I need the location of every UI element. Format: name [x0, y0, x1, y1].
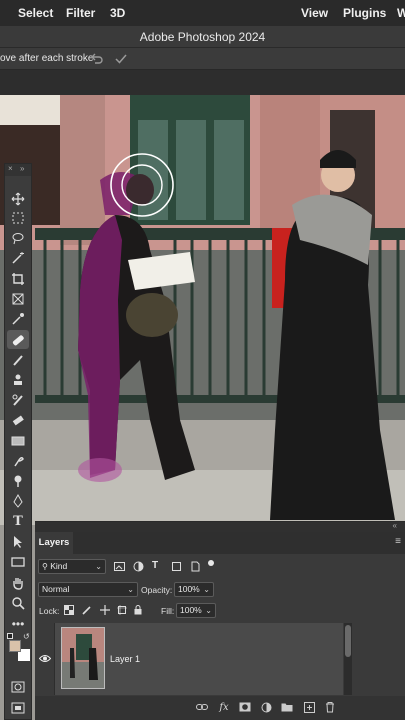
frame-tool-icon[interactable]: [7, 289, 29, 308]
healing-brush-tool-icon[interactable]: [7, 330, 29, 349]
shape-filter-icon[interactable]: [171, 561, 182, 574]
clone-stamp-tool-icon[interactable]: [7, 370, 29, 389]
eraser-tool-icon[interactable]: [7, 410, 29, 429]
collapse-icon[interactable]: «: [393, 521, 397, 530]
window-title: Adobe Photoshop 2024: [139, 30, 266, 44]
marquee-tool-icon[interactable]: [7, 208, 29, 227]
new-layer-icon[interactable]: [302, 700, 316, 714]
link-icon[interactable]: [195, 700, 209, 714]
options-bar: ove after each stroke: [0, 48, 405, 70]
lock-artboard-icon[interactable]: [117, 605, 127, 617]
layers-scrollbar-thumb[interactable]: [345, 625, 351, 657]
eye-icon[interactable]: [38, 654, 52, 665]
panel-menu-icon[interactable]: ≡: [395, 536, 401, 547]
path-selection-tool-icon[interactable]: [7, 532, 29, 551]
blend-mode-select[interactable]: Normal ⌄: [38, 582, 138, 597]
mask-icon[interactable]: [238, 700, 252, 714]
document-gap: [0, 70, 405, 95]
smudge-tool-icon[interactable]: [7, 451, 29, 470]
undo-icon[interactable]: [88, 51, 104, 67]
swap-colors-icon[interactable]: ↺: [23, 632, 30, 641]
smart-object-filter-icon[interactable]: [190, 561, 201, 574]
menu-view[interactable]: View: [301, 6, 328, 20]
filter-toggle-icon[interactable]: [208, 560, 214, 566]
lasso-tool-icon[interactable]: [7, 228, 29, 247]
commit-check-icon[interactable]: [113, 51, 129, 67]
chevron-down-icon: ⌄: [203, 585, 210, 594]
close-icon[interactable]: ×: [8, 164, 13, 173]
menu-plugins[interactable]: Plugins: [343, 6, 386, 20]
move-tool-icon[interactable]: [7, 189, 29, 208]
opacity-value: 100%: [178, 584, 200, 594]
eyedropper-tool-icon[interactable]: [7, 309, 29, 328]
more-tools-icon[interactable]: •••: [7, 614, 29, 633]
title-bar: Adobe Photoshop 2024: [0, 26, 405, 48]
opacity-label: Opacity:: [141, 585, 173, 595]
gradient-tool-icon[interactable]: [7, 431, 29, 450]
foreground-color-swatch[interactable]: [9, 640, 21, 652]
lock-image-pixels-icon[interactable]: [82, 605, 92, 617]
kind-filter-select[interactable]: ⚲ Kind ⌄: [38, 559, 106, 574]
layers-panel: « Layers ≡ ⚲ Kind ⌄ T Normal ⌄ Opacity: …: [35, 521, 405, 720]
lock-position-icon[interactable]: [100, 605, 110, 617]
menu-window[interactable]: W: [397, 6, 405, 20]
folder-icon[interactable]: [280, 700, 294, 714]
rectangle-tool-icon[interactable]: [7, 552, 29, 571]
kind-label: Kind: [50, 561, 68, 571]
lock-transparent-pixels-icon[interactable]: [64, 605, 74, 617]
tab-layers[interactable]: Layers: [35, 532, 73, 554]
menu-bar: Select Filter 3D View Plugins W: [0, 0, 405, 26]
search-icon: ⚲: [42, 562, 48, 571]
sample-after-stroke-label: ove after each stroke: [0, 53, 94, 64]
layer-thumbnail-image: [62, 628, 104, 688]
fill-input[interactable]: 100% ⌄: [176, 603, 216, 618]
opacity-input[interactable]: 100% ⌄: [174, 582, 214, 597]
history-brush-tool-icon[interactable]: [7, 390, 29, 409]
hand-tool-icon[interactable]: [7, 573, 29, 592]
type-tool-icon[interactable]: T: [7, 512, 29, 531]
dodge-tool-icon[interactable]: [7, 471, 29, 490]
default-colors-icon[interactable]: [7, 633, 13, 639]
trash-icon[interactable]: [323, 700, 337, 714]
blend-mode-value: Normal: [42, 584, 70, 594]
color-swatches[interactable]: ↺: [7, 632, 30, 663]
chevron-down-icon: ⌄: [95, 562, 102, 571]
collapse-icon[interactable]: »: [20, 164, 24, 173]
crop-tool-icon[interactable]: [7, 269, 29, 288]
pixel-filter-icon[interactable]: [114, 561, 125, 574]
chevron-down-icon: ⌄: [127, 585, 134, 594]
adjustment-filter-icon[interactable]: [133, 561, 144, 574]
pen-tool-icon[interactable]: [7, 491, 29, 510]
chevron-down-icon: ⌄: [205, 606, 212, 615]
type-filter-icon[interactable]: T: [152, 560, 158, 571]
adjustment-icon[interactable]: [259, 700, 273, 714]
lock-label: Lock:: [39, 606, 60, 616]
layers-tab-row: Layers ≡: [35, 532, 405, 554]
screen-mode-icon[interactable]: [7, 698, 29, 717]
menu-filter[interactable]: Filter: [66, 6, 95, 20]
fill-label: Fill:: [161, 606, 175, 616]
layer-name[interactable]: Layer 1: [110, 654, 140, 664]
layer-thumbnail[interactable]: [61, 627, 105, 689]
tools-panel: × » T ••• ↺: [4, 163, 32, 720]
zoom-tool-icon[interactable]: [7, 593, 29, 612]
menu-select[interactable]: Select: [18, 6, 53, 20]
brush-tool-icon[interactable]: [7, 350, 29, 369]
magic-wand-tool-icon[interactable]: [7, 248, 29, 267]
fill-value: 100%: [180, 605, 202, 615]
lock-all-icon[interactable]: [133, 605, 143, 617]
fx-icon[interactable]: fx: [217, 700, 231, 714]
quick-mask-icon[interactable]: [7, 677, 29, 696]
tools-panel-header[interactable]: × »: [5, 164, 31, 176]
menu-3d[interactable]: 3D: [110, 6, 125, 20]
layers-panel-collapse-bar[interactable]: «: [35, 521, 405, 532]
